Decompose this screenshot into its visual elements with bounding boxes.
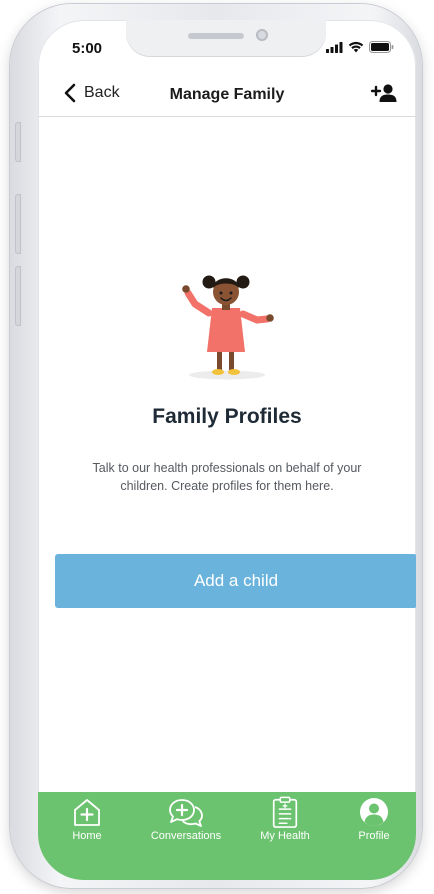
tab-conversations-label: Conversations xyxy=(150,830,222,842)
phone-frame: 5:00 Back Manage Family Family Profiles … xyxy=(10,4,422,888)
battery-icon xyxy=(369,41,394,53)
person-icon xyxy=(360,798,388,826)
add-family-member-button[interactable] xyxy=(370,83,398,108)
tab-profile[interactable]: Profile xyxy=(329,796,416,842)
tab-home-label: Home xyxy=(72,830,102,842)
chat-bubbles-icon xyxy=(169,799,203,827)
status-time: 5:00 xyxy=(72,40,103,57)
add-child-button[interactable]: Add a child xyxy=(55,554,416,608)
child-illustration xyxy=(182,275,274,380)
add-user-icon xyxy=(370,84,397,102)
wifi-icon xyxy=(348,41,364,53)
phone-screen: 5:00 Back Manage Family Family Profiles … xyxy=(38,20,416,880)
notch xyxy=(126,20,326,56)
clipboard-icon xyxy=(272,796,298,828)
volume-down-button xyxy=(15,266,21,326)
speaker-grill xyxy=(188,33,244,39)
tab-my-health-label: My Health xyxy=(260,830,310,842)
device-mockup: 5:00 Back Manage Family Family Profiles … xyxy=(0,0,434,894)
tab-conversations[interactable]: Conversations xyxy=(141,796,231,842)
tab-home[interactable]: Home xyxy=(42,796,132,842)
tab-profile-label: Profile xyxy=(358,830,390,842)
volume-up-button xyxy=(15,194,21,254)
signal-icon xyxy=(326,41,343,53)
mute-switch xyxy=(15,122,21,162)
family-profiles-heading: Family Profiles xyxy=(152,405,302,428)
family-profiles-description: Talk to our health professionals on beha… xyxy=(92,461,362,493)
tab-my-health[interactable]: My Health xyxy=(240,796,330,842)
page-title: Manage Family xyxy=(169,86,285,103)
navigation-bar: Back Manage Family xyxy=(38,76,416,117)
status-icons xyxy=(326,41,394,53)
tab-bar: Home Conversations My Health Profile xyxy=(38,792,416,880)
front-camera xyxy=(256,29,268,41)
home-plus-icon xyxy=(74,799,100,826)
